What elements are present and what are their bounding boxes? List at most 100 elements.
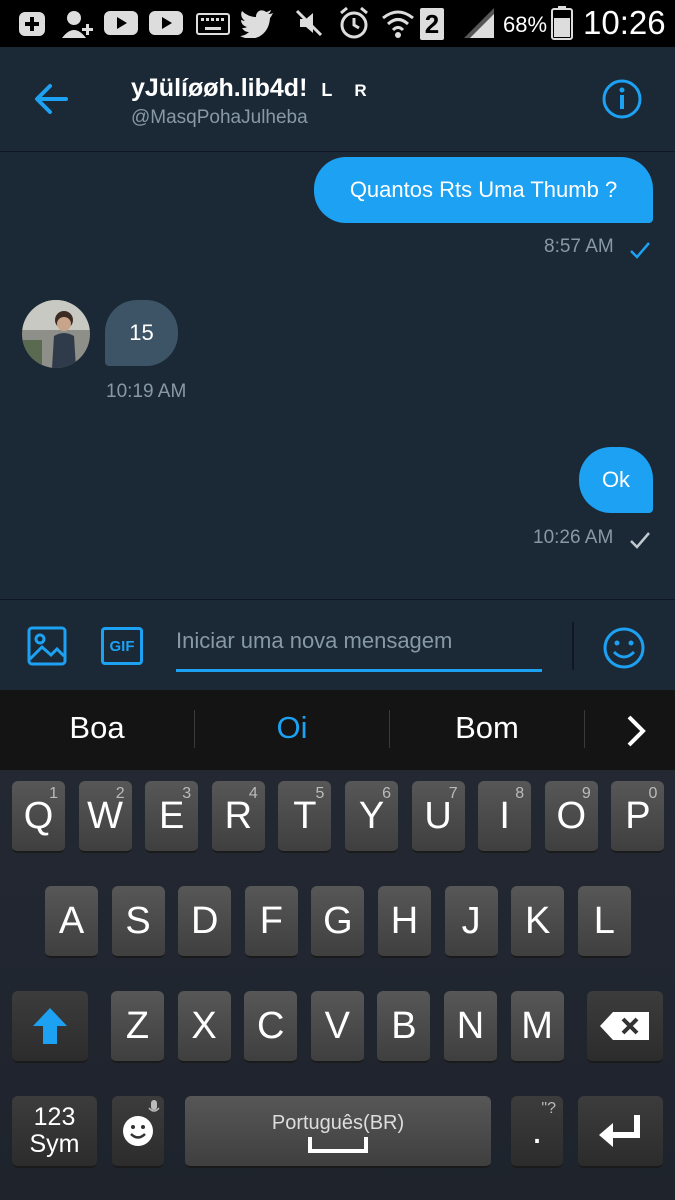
key-letter: D	[190, 899, 219, 942]
contact-name[interactable]: yJülíøøh.lib4d! L R	[131, 74, 367, 103]
key-number-hint: 6	[382, 785, 391, 802]
wifi-icon	[382, 10, 414, 38]
space-key[interactable]: Português(BR)	[185, 1096, 491, 1168]
conversation-header: yJülíøøh.lib4d! L R @MasqPohaJulheba	[0, 47, 675, 152]
chevron-right-icon[interactable]	[624, 714, 648, 748]
key-number-hint: 5	[315, 785, 325, 802]
key-5[interactable]: Y6	[345, 781, 398, 853]
youtube-icon-2	[149, 11, 183, 35]
suggestion-3[interactable]: Bom	[390, 710, 584, 746]
key-row3-6[interactable]: M	[510, 991, 564, 1063]
key-row2-8[interactable]: L	[577, 886, 631, 958]
key-letter: Z	[125, 1004, 150, 1047]
message-timestamp: 10:26 AM	[533, 527, 614, 548]
read-check-icon	[630, 242, 650, 259]
space-bar-icon	[308, 1136, 368, 1153]
message-input[interactable]: Iniciar uma nova mensagem	[176, 620, 542, 672]
sim-badge: 2	[420, 8, 444, 40]
key-letter: H	[390, 899, 419, 942]
sym-key[interactable]: 123 Sym	[12, 1096, 97, 1168]
key-7[interactable]: I8	[478, 781, 532, 853]
status-bar: 2 68% 10:26	[0, 0, 675, 47]
key-row2-5[interactable]: H	[378, 886, 431, 958]
sent-check-icon	[630, 532, 650, 549]
message-list[interactable]: Quantos Rts Uma Thumb ? 8:57 AM 15 10:19…	[0, 152, 675, 599]
key-letter: T	[293, 794, 317, 837]
soft-keyboard: Q1W2E3R4T5Y6U7I8O9P0 ASDFGHJKL ZXCVBNM 1…	[0, 770, 675, 1200]
key-row2-3[interactable]: F	[244, 886, 298, 958]
message-composer: GIF Iniciar uma nova mensagem	[0, 599, 675, 690]
key-letter: U	[424, 794, 452, 837]
emoji-key[interactable]	[112, 1096, 164, 1168]
suggestion-2[interactable]: Oi	[195, 710, 389, 746]
image-attach-icon[interactable]	[27, 626, 67, 666]
shift-arrow-icon	[33, 1008, 67, 1044]
battery-icon	[551, 6, 573, 40]
key-number-hint: 8	[515, 785, 525, 802]
back-arrow-icon[interactable]	[28, 77, 78, 121]
key-letter: R	[224, 794, 253, 837]
info-icon[interactable]	[601, 78, 643, 120]
backspace-key[interactable]	[587, 991, 663, 1063]
key-number-hint: 4	[248, 785, 258, 802]
key-6[interactable]: U7	[411, 781, 465, 853]
key-row3-5[interactable]: N	[444, 991, 497, 1063]
key-letter: G	[323, 899, 353, 942]
key-row2-7[interactable]: K	[511, 886, 565, 958]
composer-divider	[572, 622, 574, 670]
message-bubble-outgoing[interactable]: Ok	[579, 447, 653, 513]
key-row3-4[interactable]: B	[377, 991, 431, 1063]
message-input-placeholder: Iniciar uma nova mensagem	[176, 628, 453, 653]
key-row2-1[interactable]: S	[111, 886, 165, 958]
space-key-label: Português(BR)	[271, 1111, 405, 1134]
key-letter: X	[191, 1004, 217, 1047]
emoji-icon[interactable]	[602, 626, 646, 670]
enter-key[interactable]	[578, 1096, 663, 1168]
period-key[interactable]: . "?	[511, 1096, 563, 1168]
sym-key-line-2: Sym	[29, 1130, 80, 1158]
key-row2-6[interactable]: J	[444, 886, 498, 958]
key-row3-3[interactable]: V	[310, 991, 364, 1063]
shift-key[interactable]	[12, 991, 88, 1063]
contact-tag-l: L	[321, 80, 333, 100]
word-suggestions: Boa Oi Bom	[0, 690, 675, 770]
key-row3-1[interactable]: X	[177, 991, 231, 1063]
suggestion-1[interactable]: Boa	[0, 710, 194, 746]
key-4[interactable]: T5	[278, 781, 332, 853]
avatar-photo	[22, 300, 90, 368]
message-text: Ok	[601, 467, 631, 492]
key-number-hint: 2	[115, 785, 125, 802]
keyboard-icon	[196, 13, 230, 35]
message-bubble-incoming[interactable]: 15	[105, 300, 178, 366]
contact-avatar[interactable]	[22, 300, 90, 368]
message-text: Quantos Rts Uma Thumb ?	[349, 177, 618, 202]
key-row2-2[interactable]: D	[178, 886, 232, 958]
mic-hint-icon	[148, 1100, 160, 1112]
key-0[interactable]: Q1	[12, 781, 65, 853]
key-row3-2[interactable]: C	[244, 991, 298, 1063]
key-letter: F	[259, 899, 283, 942]
key-2[interactable]: E3	[145, 781, 199, 853]
gif-label: GIF	[109, 637, 135, 655]
contact-display-name: yJülíøøh.lib4d!	[131, 74, 308, 102]
add-notification-icon	[19, 12, 45, 36]
key-row3-0[interactable]: Z	[111, 991, 164, 1063]
key-row2-0[interactable]: A	[45, 886, 98, 958]
key-3[interactable]: R4	[211, 781, 265, 853]
key-number-hint: 1	[49, 785, 58, 802]
add-person-icon	[62, 11, 93, 38]
key-letter: Y	[358, 794, 385, 837]
key-row2-4[interactable]: G	[311, 886, 365, 958]
key-number-hint: 9	[581, 785, 591, 802]
key-number-hint: 7	[448, 785, 458, 802]
key-8[interactable]: O9	[544, 781, 598, 853]
period-key-hint: "?	[541, 1100, 556, 1117]
key-letter: V	[324, 1004, 350, 1047]
sym-key-line-1: 123	[33, 1103, 76, 1131]
message-bubble-outgoing[interactable]: Quantos Rts Uma Thumb ?	[314, 157, 653, 223]
key-letter: A	[58, 899, 85, 942]
key-9[interactable]: P0	[611, 781, 665, 853]
message-text: 15	[129, 320, 154, 345]
key-1[interactable]: W2	[78, 781, 132, 853]
gif-button[interactable]: GIF	[101, 627, 143, 665]
